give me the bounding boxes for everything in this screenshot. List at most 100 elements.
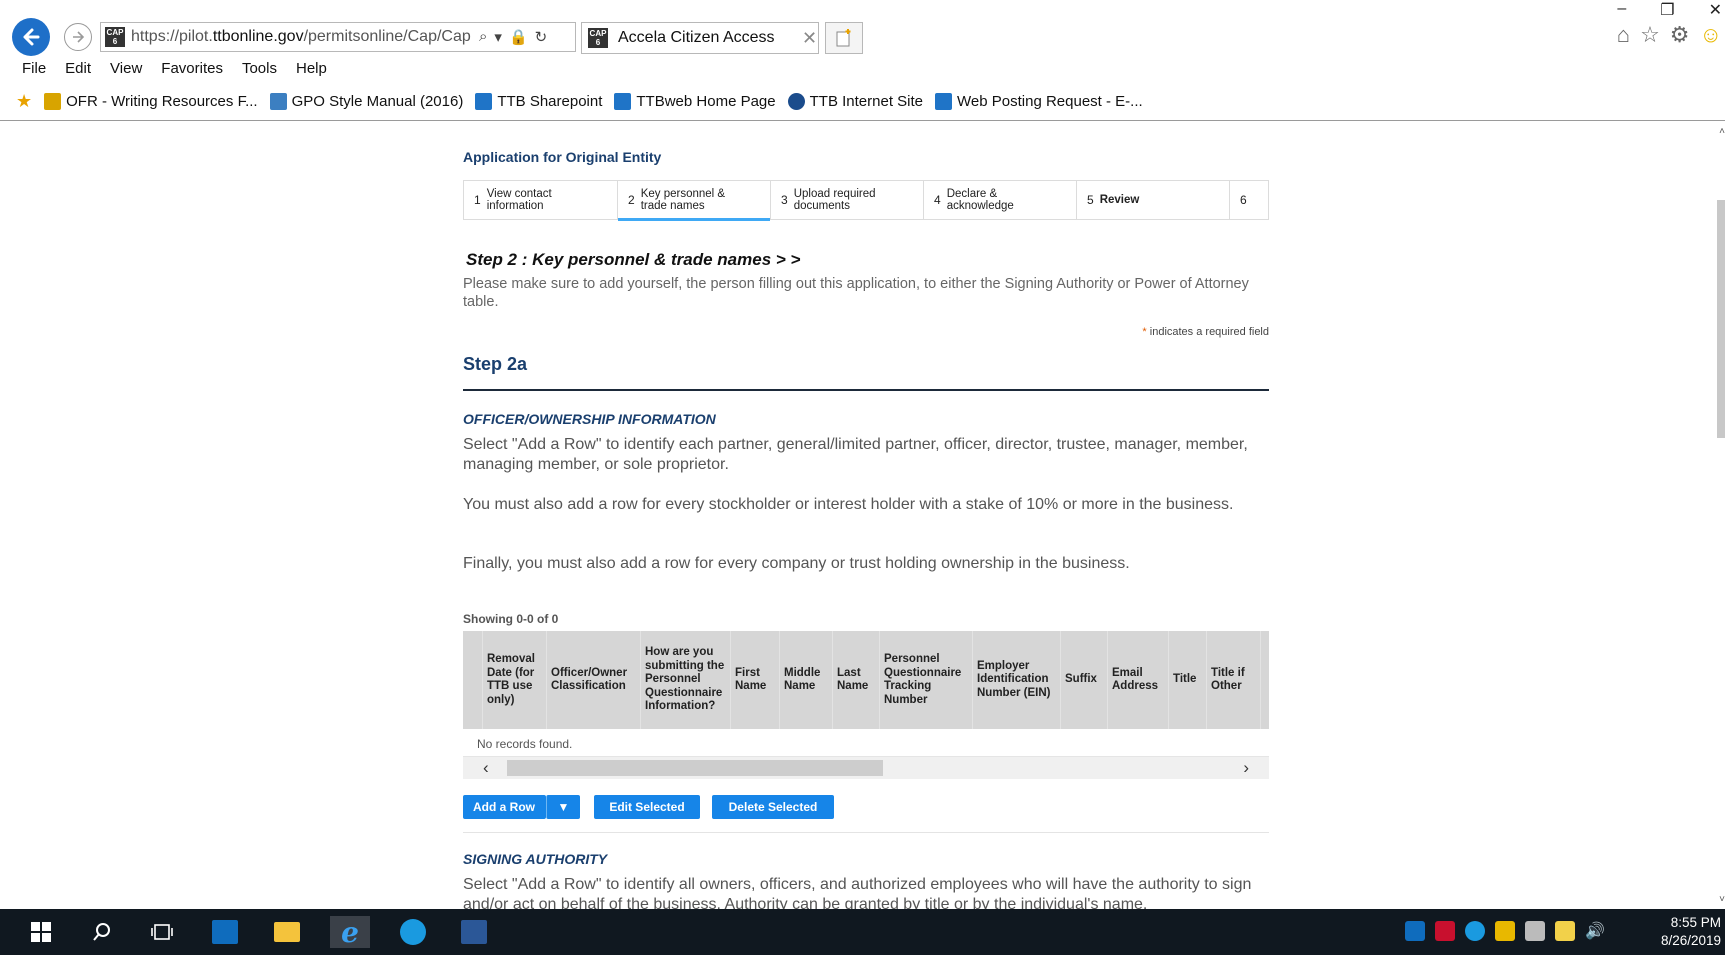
favorite-link[interactable]: Web Posting Request - E-... (935, 93, 1143, 110)
gear-icon[interactable]: ⚙ (1670, 22, 1690, 48)
officer-instructions-3: Finally, you must also add a row for eve… (463, 555, 1130, 572)
windows-logo-icon (31, 922, 51, 942)
home-icon[interactable]: ⌂ (1617, 22, 1630, 48)
officer-table-header: Removal Date (for TTB use only) Officer/… (463, 631, 1269, 729)
minimize-icon[interactable]: – (1617, 0, 1626, 20)
sync-icon[interactable] (1495, 921, 1515, 941)
internet-explorer-taskbar-button[interactable]: e (330, 915, 370, 949)
scroll-down-icon[interactable]: ˅ (1719, 894, 1725, 905)
volume-icon[interactable]: 🔊 (1585, 921, 1605, 941)
menu-view[interactable]: View (110, 60, 142, 77)
scroll-left-icon[interactable]: ‹ (483, 758, 489, 778)
sharepoint-icon (614, 93, 632, 110)
notes-icon[interactable] (1555, 921, 1575, 941)
favorite-link[interactable]: TTB Sharepoint (475, 93, 602, 110)
column-header[interactable]: Employer Identification Number (EIN) (973, 631, 1061, 729)
scrollbar-thumb[interactable] (507, 760, 883, 776)
substep-heading: Step 2a (463, 354, 528, 374)
step-1[interactable]: 1 View contact information (464, 181, 618, 219)
new-tab-button[interactable] (825, 22, 863, 54)
refresh-icon[interactable]: ↻ (535, 28, 548, 46)
back-button[interactable] (12, 18, 50, 56)
url-text[interactable]: https://pilot.ttbonline.gov/permitsonlin… (131, 28, 473, 46)
dropdown-icon[interactable]: ▾ (494, 28, 502, 46)
close-window-icon[interactable]: ✕ (1709, 0, 1722, 20)
column-header[interactable]: Suffix (1061, 631, 1108, 729)
menu-file[interactable]: File (22, 60, 46, 77)
favorites-star-add-icon[interactable]: ★ (16, 91, 32, 112)
officer-section-title: OFFICER/OWNERSHIP INFORMATION (463, 411, 716, 427)
column-header[interactable]: Middle Name (780, 631, 833, 729)
search-icon[interactable]: ⌕ (479, 28, 487, 46)
scrollbar-thumb[interactable] (1717, 200, 1725, 438)
usb-icon[interactable] (1525, 921, 1545, 941)
address-bar[interactable]: CAP 6 https://pilot.ttbonline.gov/permit… (100, 22, 576, 52)
forward-button[interactable] (64, 23, 92, 51)
delete-selected-button[interactable]: Delete Selected (712, 795, 834, 819)
add-row-button[interactable]: Add a Row (463, 795, 546, 819)
close-tab-icon[interactable]: ✕ (802, 28, 817, 49)
restore-icon[interactable]: ❐ (1660, 0, 1674, 20)
outlook-tray-icon[interactable] (1405, 921, 1425, 941)
step-5[interactable]: 5 Review (1077, 181, 1230, 219)
column-header[interactable]: Officer/Owner Classification (547, 631, 641, 729)
browser-tab[interactable]: CAP 6 Accela Citizen Access ✕ (581, 22, 819, 54)
favorites-star-icon[interactable]: ☆ (1640, 22, 1660, 48)
column-header[interactable]: Personnel Questionnaire Tracking Number (880, 631, 973, 729)
browser-chrome: CAP 6 https://pilot.ttbonline.gov/permit… (0, 0, 1725, 121)
outlook-taskbar-button[interactable] (208, 916, 242, 948)
page-vertical-scrollbar[interactable]: ˄ ˅ (1715, 122, 1725, 909)
table-horizontal-scrollbar[interactable]: ‹ › (463, 757, 1269, 779)
column-header[interactable]: How are you submitting the Personnel Que… (641, 631, 731, 729)
mcafee-icon[interactable] (1435, 921, 1455, 941)
navigation-bar: CAP 6 https://pilot.ttbonline.gov/permit… (12, 0, 1722, 56)
favorite-label: GPO Style Manual (2016) (291, 93, 464, 110)
skype-taskbar-button[interactable] (396, 916, 430, 948)
column-header[interactable]: Email Address (1108, 631, 1169, 729)
menu-tools[interactable]: Tools (242, 60, 277, 77)
step-2[interactable]: 2 Key personnel & trade names (618, 181, 771, 221)
gpo-icon (269, 93, 287, 110)
step-3[interactable]: 3 Upload required documents (771, 181, 924, 219)
menu-bar: File Edit View Favorites Tools Help (22, 60, 327, 77)
file-explorer-taskbar-button[interactable] (270, 916, 304, 948)
column-header[interactable]: Removal Date (for TTB use only) (483, 631, 547, 729)
smiley-icon[interactable]: ☺ (1700, 22, 1722, 48)
scroll-up-icon[interactable]: ˄ (1719, 126, 1725, 137)
edit-selected-button[interactable]: Edit Selected (594, 795, 700, 819)
menu-edit[interactable]: Edit (65, 60, 91, 77)
menu-favorites[interactable]: Favorites (161, 60, 223, 77)
favorite-label: TTB Internet Site (809, 93, 924, 110)
favorite-link[interactable]: GPO Style Manual (2016) (269, 93, 464, 110)
step-instructions: Please make sure to add yourself, the pe… (463, 276, 1249, 310)
start-button[interactable] (24, 916, 58, 948)
skype-tray-icon[interactable] (1465, 921, 1485, 941)
select-column[interactable] (463, 631, 483, 729)
menu-help[interactable]: Help (296, 60, 327, 77)
column-header[interactable]: Title if Other (1207, 631, 1261, 729)
search-button[interactable] (85, 916, 119, 948)
word-taskbar-button[interactable] (457, 916, 491, 948)
page-title: Application for Original Entity (463, 149, 662, 165)
page-icon (44, 93, 62, 110)
column-header[interactable]: Last Name (833, 631, 880, 729)
step-4[interactable]: 4 Declare & acknowledge (924, 181, 1077, 219)
no-records-message: No records found. (463, 729, 1269, 757)
favorite-link[interactable]: OFR - Writing Resources F... (44, 93, 258, 110)
step-6[interactable]: 6 (1230, 181, 1268, 219)
system-clock[interactable]: 8:55 PM 8/26/2019 (1661, 914, 1721, 950)
lock-icon[interactable]: 🔒 (509, 28, 528, 46)
folder-icon (274, 922, 300, 942)
step-heading: Step 2 : Key personnel & trade names > > (466, 250, 801, 269)
scroll-right-icon[interactable]: › (1243, 758, 1249, 778)
task-view-button[interactable] (145, 916, 179, 948)
favorite-link[interactable]: TTB Internet Site (787, 93, 924, 110)
favorite-link[interactable]: TTBweb Home Page (614, 93, 776, 110)
add-row-dropdown-button[interactable]: ▼ (546, 795, 580, 819)
internet-explorer-icon: e (341, 915, 359, 949)
column-header[interactable]: First Name (731, 631, 780, 729)
clock-time: 8:55 PM (1670, 915, 1721, 930)
favorite-label: Web Posting Request - E-... (957, 93, 1143, 110)
back-arrow-icon (23, 28, 40, 46)
column-header[interactable]: Title (1169, 631, 1207, 729)
